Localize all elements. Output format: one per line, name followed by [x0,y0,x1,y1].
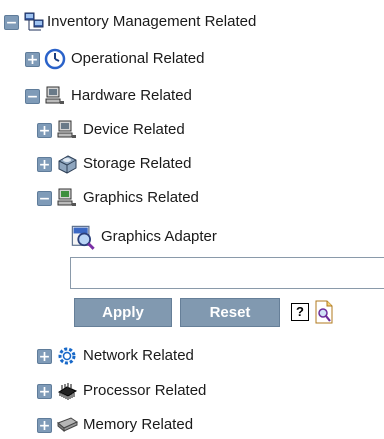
tree-node-label: Inventory Management Related [47,13,257,30]
tree-node-label: Memory Related [83,416,194,433]
tree-node-label: Operational Related [71,50,205,67]
tree-node-label: Graphics Related [83,189,199,206]
network-computers-icon [23,11,44,33]
help-icon[interactable]: ? [291,303,309,321]
search-document-icon[interactable] [313,299,335,325]
inventory-tree: − Inventory Management Related + Operati… [0,0,384,439]
expand-toggle[interactable]: + [37,383,52,399]
filter-value-input[interactable] [70,257,384,289]
processor-chip-icon [56,380,78,402]
tree-node-label: Hardware Related [71,87,192,104]
tree-leaf-graphics-adapter[interactable]: Graphics Adapter [70,224,217,250]
tree-node-label: Processor Related [83,382,207,399]
tree-node-hardware[interactable]: − Hardware Related [25,84,192,108]
expand-toggle[interactable]: + [37,348,52,364]
tree-node-operational[interactable]: + Operational Related [25,47,204,71]
expand-toggle[interactable]: + [37,122,52,138]
tree-node-inventory-management[interactable]: − Inventory Management Related [4,10,256,34]
clock-icon [44,48,66,70]
tree-node-network[interactable]: + Network Related [37,344,194,368]
collapse-toggle[interactable]: − [37,190,52,206]
storage-drive-icon [56,153,78,175]
memory-module-icon [56,414,78,436]
tree-node-graphics[interactable]: − Graphics Related [37,186,199,210]
tree-node-processor[interactable]: + Processor Related [37,379,206,403]
computer-icon [44,85,66,107]
collapse-toggle[interactable]: − [4,14,19,30]
apply-button[interactable]: Apply [74,298,172,327]
collapse-toggle[interactable]: − [25,88,40,104]
tree-node-device[interactable]: + Device Related [37,118,185,142]
tree-node-storage[interactable]: + Storage Related [37,152,191,176]
tree-node-label: Device Related [83,121,185,138]
tree-node-memory[interactable]: + Memory Related [37,413,193,437]
graphics-adapter-icon [70,224,96,250]
tree-node-label: Network Related [83,347,194,364]
computer-monitor-icon [56,187,78,209]
tree-node-label: Graphics Adapter [101,228,217,245]
expand-toggle[interactable]: + [25,51,40,67]
reset-button[interactable]: Reset [180,298,280,327]
network-gear-icon [56,345,78,367]
expand-toggle[interactable]: + [37,417,52,433]
computer-icon [56,119,78,141]
expand-toggle[interactable]: + [37,156,52,172]
tree-node-label: Storage Related [83,155,192,172]
